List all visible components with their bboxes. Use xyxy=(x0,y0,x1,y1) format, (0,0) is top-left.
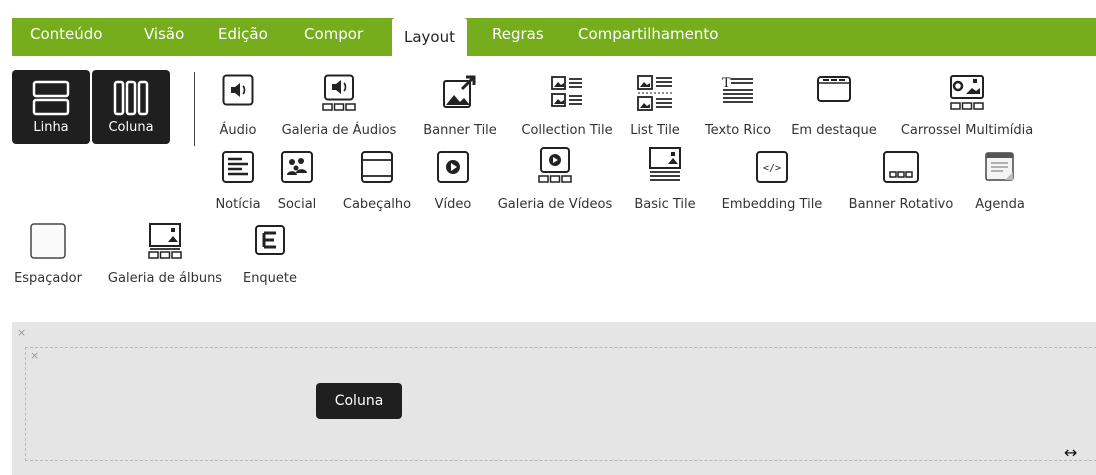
column-layout-button[interactable]: Coluna xyxy=(92,70,170,144)
close-row-icon[interactable]: × xyxy=(17,326,26,339)
rotating-banner-icon xyxy=(883,151,919,183)
svg-text:T: T xyxy=(722,76,731,91)
video-icon xyxy=(437,151,469,183)
tile-label: Banner Rotativo xyxy=(848,197,954,212)
toolbar-divider xyxy=(194,72,195,146)
tile-label: Notícia xyxy=(215,197,261,212)
row-container xyxy=(25,347,1096,461)
tile-label: List Tile xyxy=(630,123,680,138)
tile-label: Embedding Tile xyxy=(721,197,823,212)
rich-text-icon: T xyxy=(722,76,753,103)
tab-conteudo[interactable]: Conteúdo xyxy=(30,25,102,43)
tile-label: Social xyxy=(277,197,317,212)
tab-layout[interactable]: Layout xyxy=(392,18,467,56)
column-label: Coluna xyxy=(108,120,154,135)
tile-label: Cabeçalho xyxy=(342,197,412,212)
tab-compor[interactable]: Compor xyxy=(304,25,363,43)
row-layout-button[interactable]: Linha xyxy=(12,70,90,144)
tab-regras[interactable]: Regras xyxy=(492,25,544,43)
tile-label: Agenda xyxy=(975,197,1025,212)
row-icon xyxy=(32,80,70,116)
tile-label: Vídeo xyxy=(434,197,472,212)
tile-label: Banner Tile xyxy=(423,123,497,138)
basic-tile-icon xyxy=(649,147,681,181)
tile-label: Galeria de álbuns xyxy=(107,271,223,286)
close-column-icon[interactable]: × xyxy=(30,349,39,362)
tile-label: Galeria de Áudios xyxy=(281,123,397,138)
tile-label: Áudio xyxy=(219,123,257,138)
row-label: Linha xyxy=(33,120,69,135)
banner-tile-icon xyxy=(443,75,476,108)
tile-label: Galeria de Vídeos xyxy=(497,197,613,212)
tile-label: Basic Tile xyxy=(634,197,696,212)
social-icon xyxy=(281,151,313,183)
list-tile-icon xyxy=(637,75,672,111)
collection-tile-icon xyxy=(551,76,582,107)
svg-text:</>: </> xyxy=(763,163,781,174)
tab-compartilhamento[interactable]: Compartilhamento xyxy=(578,25,718,43)
album-gallery-icon xyxy=(148,223,182,259)
tile-label: Carrossel Multimídia xyxy=(900,123,1034,138)
tab-edicao[interactable]: Edição xyxy=(218,25,268,43)
tab-visao[interactable]: Visão xyxy=(144,25,184,43)
resize-handle-icon[interactable]: ↔ xyxy=(1064,443,1077,462)
tile-label: Em destaque xyxy=(791,123,877,138)
agenda-icon xyxy=(985,152,1014,181)
featured-icon xyxy=(817,76,851,102)
poll-icon xyxy=(255,225,285,255)
audio-gallery-icon xyxy=(322,74,356,111)
column-label-button[interactable]: Coluna xyxy=(316,383,402,419)
tab-bar: Conteúdo Visão Edição Compor Layout Regr… xyxy=(12,18,1096,56)
spacer-icon xyxy=(30,223,66,259)
video-gallery-icon xyxy=(538,147,572,183)
tile-label: Collection Tile xyxy=(521,123,613,138)
column-icon xyxy=(113,80,149,116)
header-icon xyxy=(361,151,393,183)
tile-label: Espaçador xyxy=(14,271,82,286)
carousel-icon xyxy=(950,75,984,110)
tile-label: Texto Rico xyxy=(704,123,772,138)
news-icon xyxy=(222,151,254,183)
embed-icon: </> xyxy=(756,151,788,183)
tile-label: Enquete xyxy=(242,271,298,286)
audio-icon xyxy=(222,74,254,106)
